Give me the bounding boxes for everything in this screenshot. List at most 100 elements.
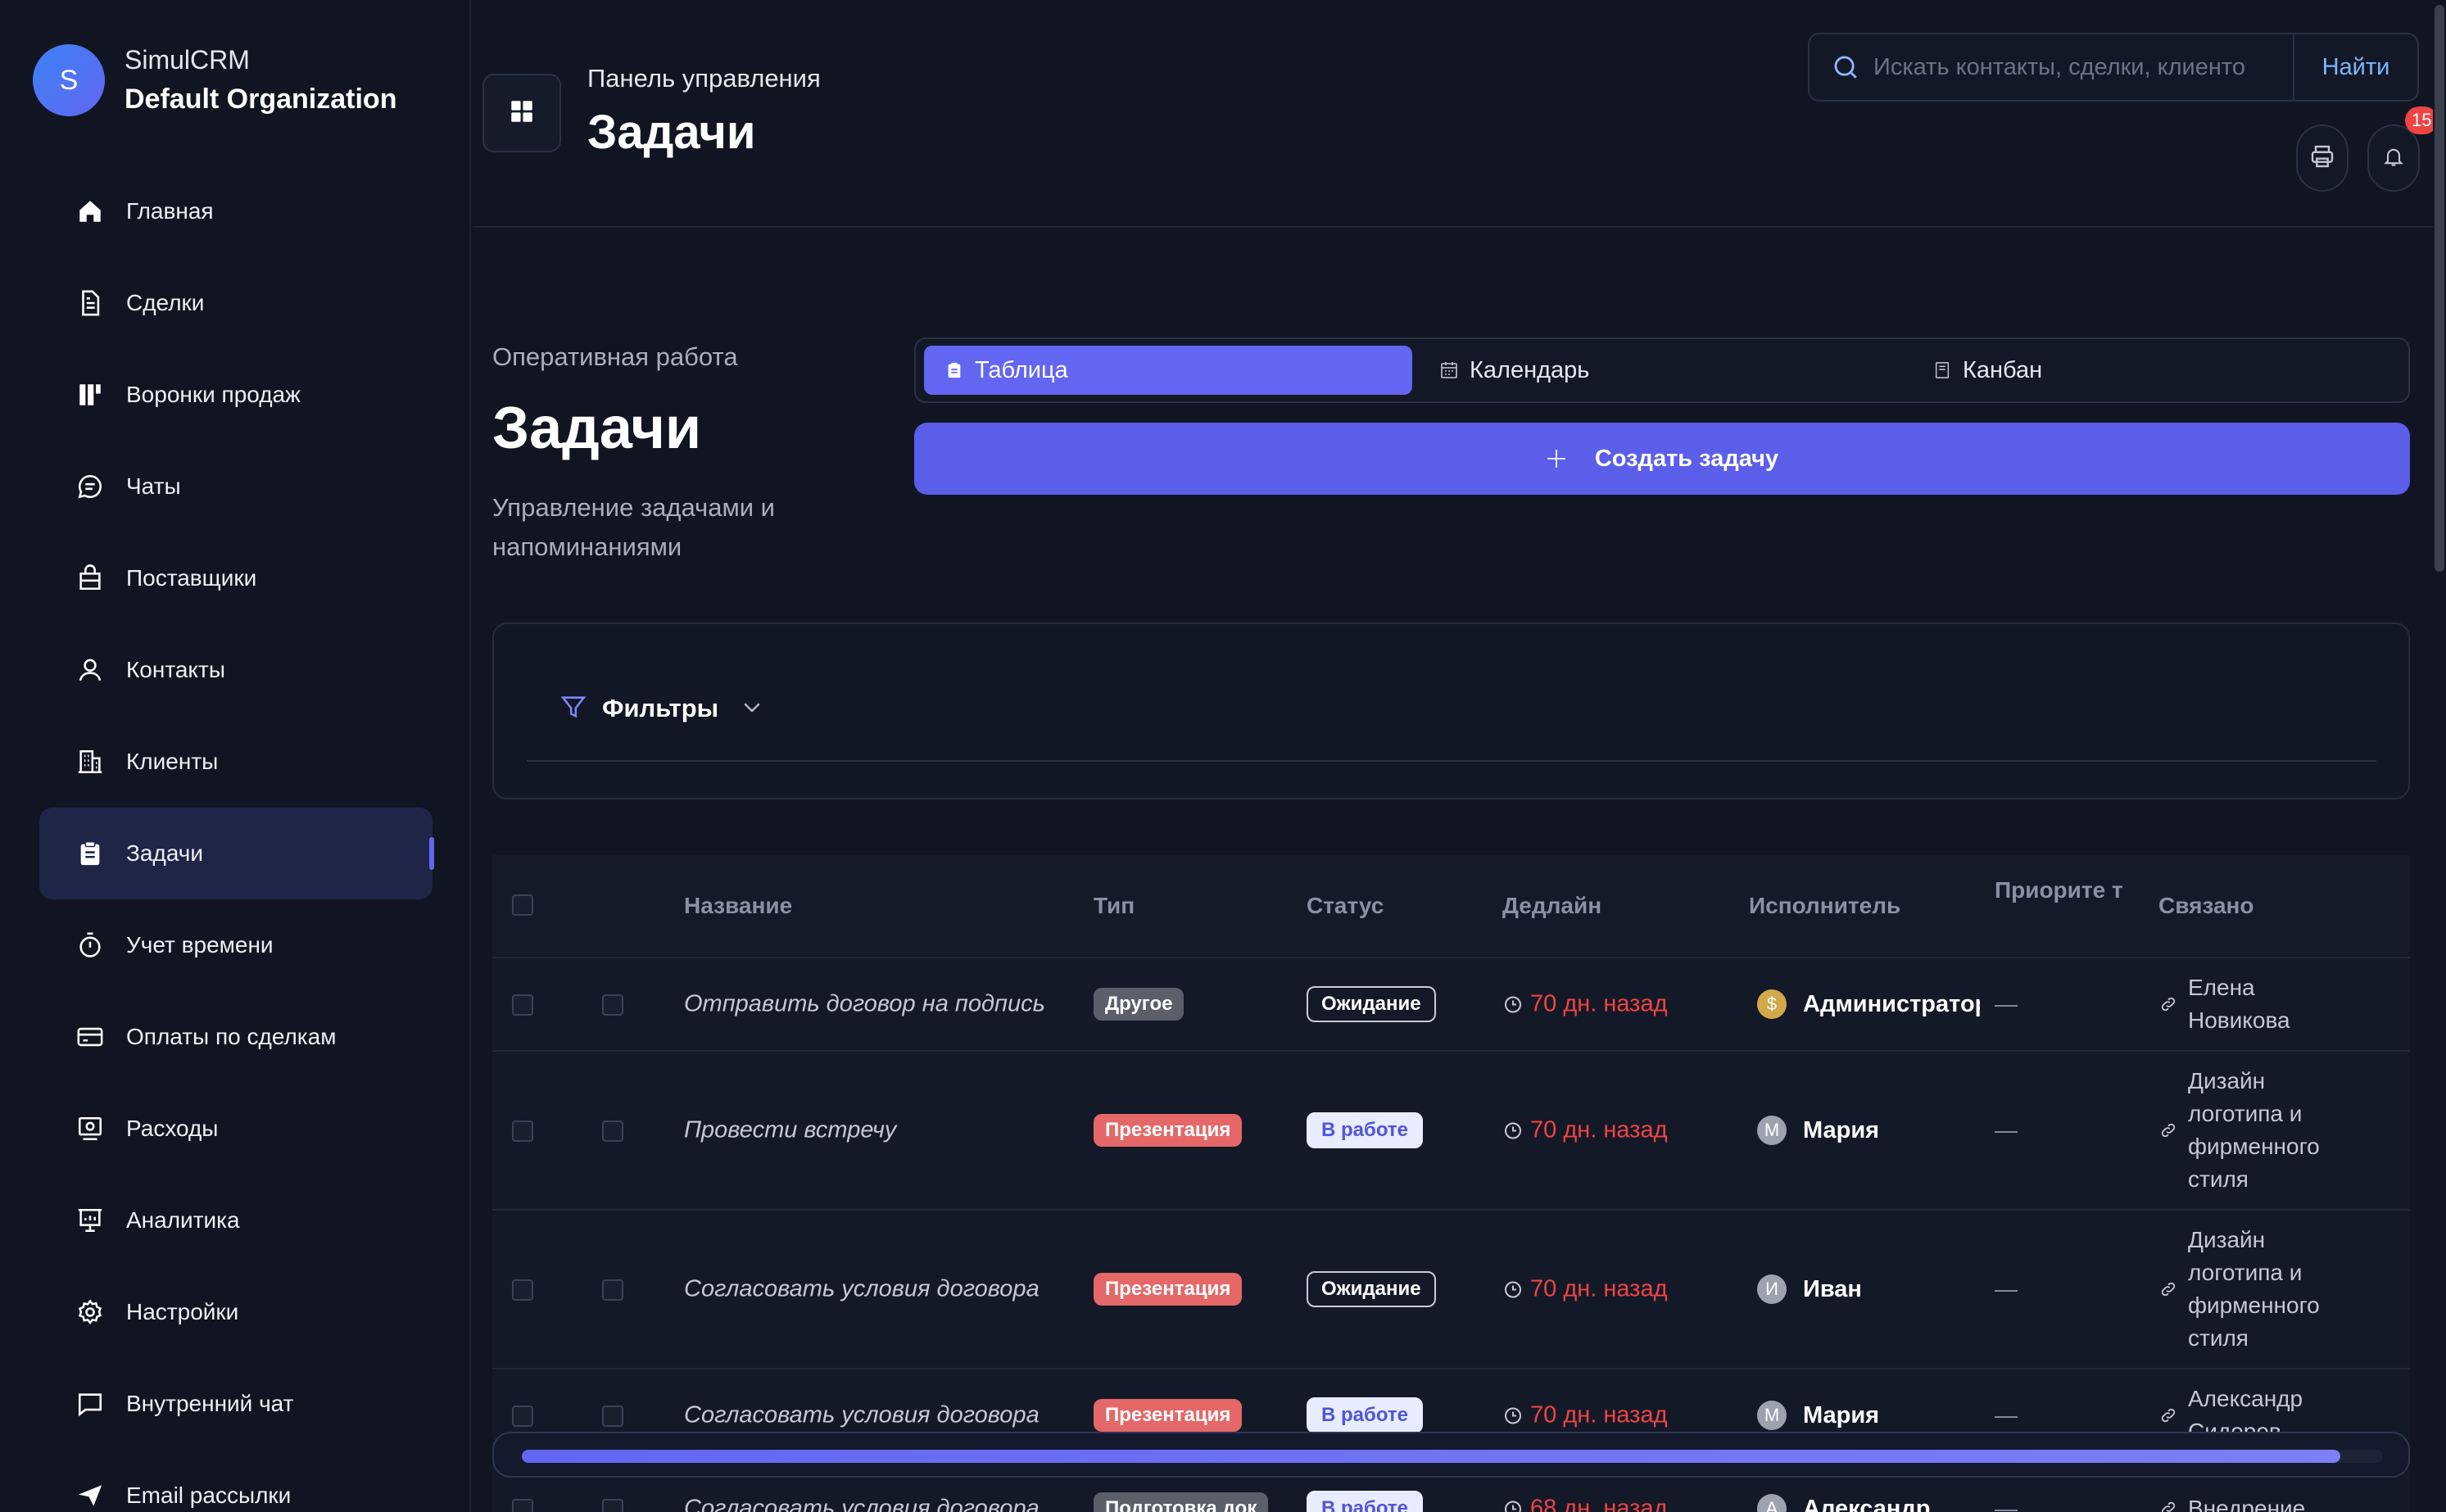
search-button[interactable]: Найти (2293, 34, 2417, 100)
tasks-table: Название Тип Статус Дедлайн Исполнитель … (492, 855, 2410, 1512)
status-badge[interactable]: В работе (1307, 1397, 1423, 1433)
priority-cell: — (1995, 991, 2018, 1016)
status-badge[interactable]: В работе (1307, 1112, 1423, 1148)
column-header-title[interactable]: Название (684, 893, 792, 919)
task-done-checkbox[interactable] (602, 1120, 623, 1142)
sidebar-item-time-tracking[interactable]: Учет времени (39, 899, 433, 991)
sidebar-item-tasks[interactable]: Задачи (39, 808, 434, 899)
table-row[interactable]: Отправить договор на подпись Другое Ожид… (492, 958, 2410, 1052)
row-select-checkbox[interactable] (512, 994, 533, 1016)
status-badge[interactable]: Ожидание (1307, 1271, 1436, 1307)
sidebar-item-internal-chat[interactable]: Внутренний чат (39, 1358, 433, 1450)
sidebar-item-label: Сделки (126, 290, 205, 315)
sidebar-item-email-campaigns[interactable]: Email рассылки (39, 1450, 433, 1512)
brand[interactable]: S SimulCRM Default Organization (33, 41, 396, 120)
sidebar-item-contacts[interactable]: Контакты (39, 624, 433, 716)
notifications-button[interactable] (2367, 124, 2420, 192)
linked-cell[interactable]: Внедрение (2158, 1492, 2344, 1512)
receipt-icon (75, 1114, 105, 1143)
home-icon (75, 197, 105, 226)
deadline-text: 70 дн. назад (1530, 1116, 1668, 1143)
task-done-checkbox[interactable] (602, 1499, 623, 1512)
task-title[interactable]: Согласовать условия договора (684, 1276, 1040, 1303)
column-header-assignee[interactable]: Исполнитель (1749, 893, 1900, 919)
sidebar-item-settings[interactable]: Настройки (39, 1266, 433, 1358)
sidebar-item-label: Главная (126, 198, 214, 224)
deadline-text: 68 дн. назад (1530, 1495, 1668, 1512)
printer-icon (2309, 143, 2335, 174)
deadline-cell: 70 дн. назад (1502, 1117, 1668, 1144)
sidebar-item-analytics[interactable]: Аналитика (39, 1175, 433, 1266)
page-vertical-scrollbar[interactable] (2433, 0, 2446, 1512)
sidebar-item-label: Контакты (126, 657, 225, 682)
type-badge: Презентация (1094, 1273, 1243, 1306)
table-row[interactable]: Согласовать условия договора Презентация… (492, 1211, 2410, 1369)
task-done-checkbox[interactable] (602, 994, 623, 1016)
clock-icon (1502, 1279, 1524, 1300)
task-done-checkbox[interactable] (602, 1279, 623, 1301)
deadline-text: 70 дн. назад (1530, 990, 1668, 1017)
search-input[interactable] (1873, 53, 2286, 81)
sidebar-item-chats[interactable]: Чаты (39, 441, 433, 532)
task-title[interactable]: Согласовать условия договора (684, 1496, 1040, 1512)
column-header-priority[interactable]: Приорите т (1995, 871, 2126, 909)
task-title[interactable]: Согласовать условия договора (684, 1402, 1040, 1429)
search-icon (1829, 51, 1862, 84)
task-title[interactable]: Провести встречу (684, 1117, 896, 1144)
row-select-checkbox[interactable] (512, 1120, 533, 1142)
link-icon (2158, 1120, 2178, 1140)
column-header-status[interactable]: Статус (1307, 893, 1384, 919)
table-row[interactable]: Провести встречу Презентация В работе 70… (492, 1052, 2410, 1211)
top-header: Панель управления Задачи Найти 15 (473, 0, 2438, 228)
row-select-checkbox[interactable] (512, 1279, 533, 1301)
breadcrumb[interactable]: Панель управления (587, 64, 821, 93)
sidebar-item-home[interactable]: Главная (39, 165, 433, 257)
status-badge[interactable]: Ожидание (1307, 986, 1436, 1022)
scrollbar-thumb[interactable] (522, 1450, 2340, 1463)
assignee-cell: М Мария (1757, 1401, 1980, 1430)
create-task-button[interactable]: Создать задачу (914, 423, 2410, 495)
scrollbar-thumb[interactable] (2435, 5, 2444, 572)
print-button[interactable] (2296, 124, 2349, 192)
sidebar-item-suppliers[interactable]: Поставщики (39, 532, 433, 624)
dashboard-grid-button[interactable] (482, 74, 561, 152)
row-select-checkbox[interactable] (512, 1499, 533, 1512)
deadline-cell: 70 дн. назад (1502, 991, 1668, 1018)
analytics-icon (75, 1206, 105, 1235)
link-icon (2158, 1406, 2178, 1425)
deadline-cell: 70 дн. назад (1502, 1276, 1668, 1303)
sidebar-item-funnels[interactable]: Воронки продаж (39, 349, 433, 441)
tab-kanban[interactable]: Канбан (1932, 346, 2042, 395)
linked-cell[interactable]: Дизайн логотипа и фирменного стиля (2158, 1224, 2344, 1355)
task-done-checkbox[interactable] (602, 1406, 623, 1427)
table-horizontal-scrollbar[interactable] (492, 1432, 2410, 1478)
sidebar-item-deal-payments[interactable]: Оплаты по сделкам (39, 991, 433, 1083)
tab-calendar[interactable]: Календарь (1438, 346, 1589, 395)
sidebar-item-label: Чаты (126, 473, 181, 499)
task-title[interactable]: Отправить договор на подпись (684, 991, 1045, 1018)
select-all-checkbox[interactable] (512, 894, 533, 916)
sidebar-nav: Главная Сделки Воронки продаж Чаты Поста… (39, 165, 434, 1512)
sidebar-item-expenses[interactable]: Расходы (39, 1083, 433, 1175)
tab-table[interactable]: Таблица (924, 346, 1412, 395)
row-select-checkbox[interactable] (512, 1406, 533, 1427)
linked-cell[interactable]: Дизайн логотипа и фирменного стиля (2158, 1065, 2344, 1196)
filters-toggle[interactable]: Фильтры (527, 657, 2376, 762)
linked-cell[interactable]: Елена Новикова (2158, 971, 2344, 1037)
column-header-type[interactable]: Тип (1094, 893, 1135, 919)
scrollbar-track[interactable] (522, 1450, 2383, 1463)
priority-cell: — (1995, 1402, 2018, 1428)
column-header-deadline[interactable]: Дедлайн (1502, 893, 1601, 919)
status-badge[interactable]: В работе (1307, 1491, 1423, 1512)
priority-cell: — (1995, 1276, 2018, 1301)
sidebar-item-clients[interactable]: Клиенты (39, 716, 433, 808)
message-square-icon (75, 1389, 105, 1419)
sidebar-item-deals[interactable]: Сделки (39, 257, 433, 349)
org-avatar: S (33, 44, 105, 116)
sidebar-item-label: Email рассылки (126, 1483, 292, 1508)
type-badge: Подготовка док (1094, 1492, 1269, 1512)
column-header-linked[interactable]: Связано (2158, 893, 2254, 919)
gear-icon (75, 1297, 105, 1327)
deadline-text: 70 дн. назад (1530, 1401, 1668, 1428)
sidebar-item-label: Оплаты по сделкам (126, 1024, 337, 1049)
